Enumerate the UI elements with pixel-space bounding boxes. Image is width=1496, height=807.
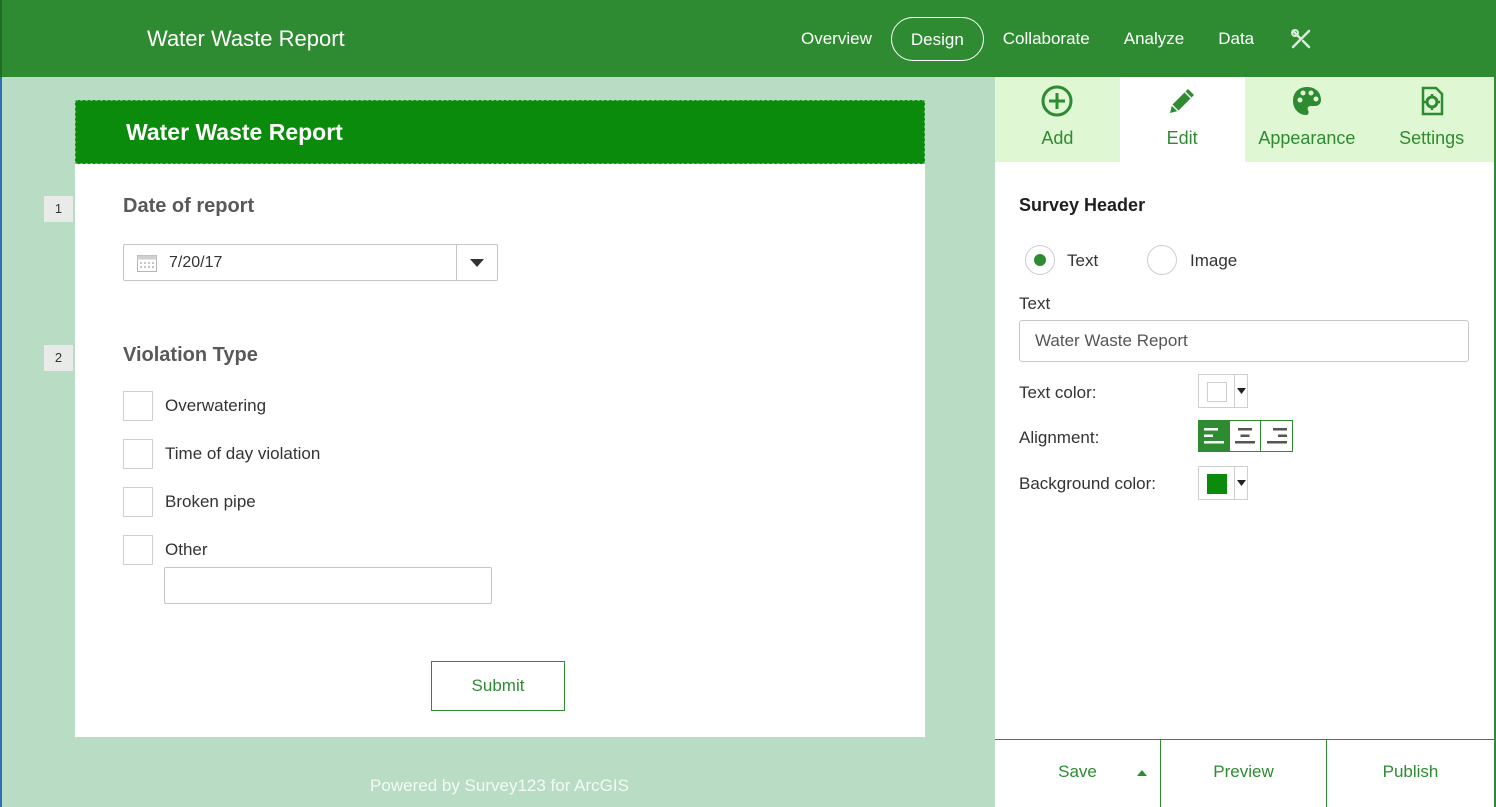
text-field-label: Text	[1019, 294, 1051, 313]
checkbox[interactable]	[123, 439, 153, 469]
calendar-icon	[137, 254, 157, 277]
bg-color-picker[interactable]	[1198, 466, 1248, 500]
question-label-date[interactable]: Date of report	[123, 195, 254, 218]
preview-button[interactable]: Preview	[1161, 740, 1327, 807]
section-title: Survey Header	[1019, 195, 1146, 215]
tab-edit[interactable]: Edit	[1119, 77, 1245, 162]
palette-icon	[1245, 85, 1370, 119]
header-text-input[interactable]	[1019, 320, 1469, 362]
pencil-icon	[1120, 85, 1245, 119]
checkbox[interactable]	[123, 535, 153, 565]
other-text-input[interactable]	[164, 567, 492, 604]
radio-image-label: Image	[1190, 251, 1238, 270]
caret-down-icon	[1234, 467, 1248, 499]
text-color-picker[interactable]	[1198, 374, 1248, 408]
caret-up-icon[interactable]	[1137, 770, 1147, 776]
question-number: 2	[44, 345, 73, 371]
chevron-down-icon[interactable]	[456, 245, 497, 280]
alignment-label: Alignment:	[1019, 428, 1100, 447]
bg-color-label: Background color:	[1019, 474, 1157, 493]
checkbox-label: Overwatering	[165, 396, 267, 415]
panel-tabs: Add Edit Appearance Settings	[995, 77, 1494, 162]
tab-label: Add	[1041, 128, 1074, 148]
radio-text-label: Text	[1067, 251, 1099, 270]
bottom-action-bar: Save Preview Publish	[995, 739, 1494, 807]
save-button[interactable]: Save	[995, 740, 1161, 807]
nav-overview[interactable]: Overview	[784, 17, 889, 61]
text-color-swatch	[1207, 382, 1227, 402]
caret-down-icon	[1234, 375, 1248, 407]
edit-panel: Add Edit Appearance Settings Survey Head…	[995, 77, 1496, 807]
date-field[interactable]: 7/20/17	[123, 244, 498, 281]
plus-circle-icon	[995, 85, 1120, 119]
tab-label: Edit	[1166, 128, 1198, 148]
save-label: Save	[1058, 762, 1097, 781]
tab-label: Settings	[1399, 128, 1465, 148]
checkbox[interactable]	[123, 391, 153, 421]
radio-text[interactable]	[1025, 245, 1055, 275]
bg-color-swatch	[1207, 474, 1227, 494]
align-right-button[interactable]	[1261, 421, 1292, 451]
date-value: 7/20/17	[169, 254, 223, 271]
checkbox-label: Broken pipe	[165, 492, 256, 511]
question-label-violation[interactable]: Violation Type	[123, 344, 258, 367]
checkbox[interactable]	[123, 487, 153, 517]
tab-appearance[interactable]: Appearance	[1245, 77, 1370, 162]
nav-collaborate[interactable]: Collaborate	[986, 17, 1107, 61]
form-header[interactable]: Water Waste Report	[75, 100, 925, 164]
question-number: 1	[44, 196, 73, 222]
checkbox-label: Other	[165, 540, 208, 559]
powered-by-footer: Powered by Survey123 for ArcGIS	[370, 776, 629, 795]
align-left-button[interactable]	[1199, 421, 1230, 451]
radio-selected-dot	[1034, 254, 1046, 266]
form-header-title: Water Waste Report	[126, 119, 343, 145]
main-nav: Overview Design Collaborate Analyze Data	[784, 17, 1323, 61]
align-center-icon	[1235, 428, 1255, 444]
tab-label: Appearance	[1258, 128, 1356, 148]
nav-analyze[interactable]: Analyze	[1107, 17, 1201, 61]
tools-icon[interactable]	[1279, 17, 1323, 61]
settings-doc-icon	[1369, 85, 1494, 119]
checkbox-label: Time of day violation	[165, 444, 321, 463]
align-left-icon	[1204, 428, 1224, 444]
nav-design[interactable]: Design	[890, 17, 984, 61]
tab-settings[interactable]: Settings	[1369, 77, 1494, 162]
app-title: Water Waste Report	[147, 26, 345, 51]
radio-image[interactable]	[1147, 245, 1177, 275]
publish-button[interactable]: Publish	[1327, 740, 1494, 807]
alignment-buttons	[1198, 420, 1293, 452]
align-right-icon	[1266, 428, 1287, 444]
tab-add[interactable]: Add	[995, 77, 1120, 162]
align-center-button[interactable]	[1230, 421, 1261, 451]
nav-data[interactable]: Data	[1201, 17, 1271, 61]
text-color-label: Text color:	[1019, 383, 1097, 402]
submit-button[interactable]: Submit	[431, 661, 565, 711]
top-bar: Water Waste Report Overview Design Colla…	[0, 0, 1496, 77]
